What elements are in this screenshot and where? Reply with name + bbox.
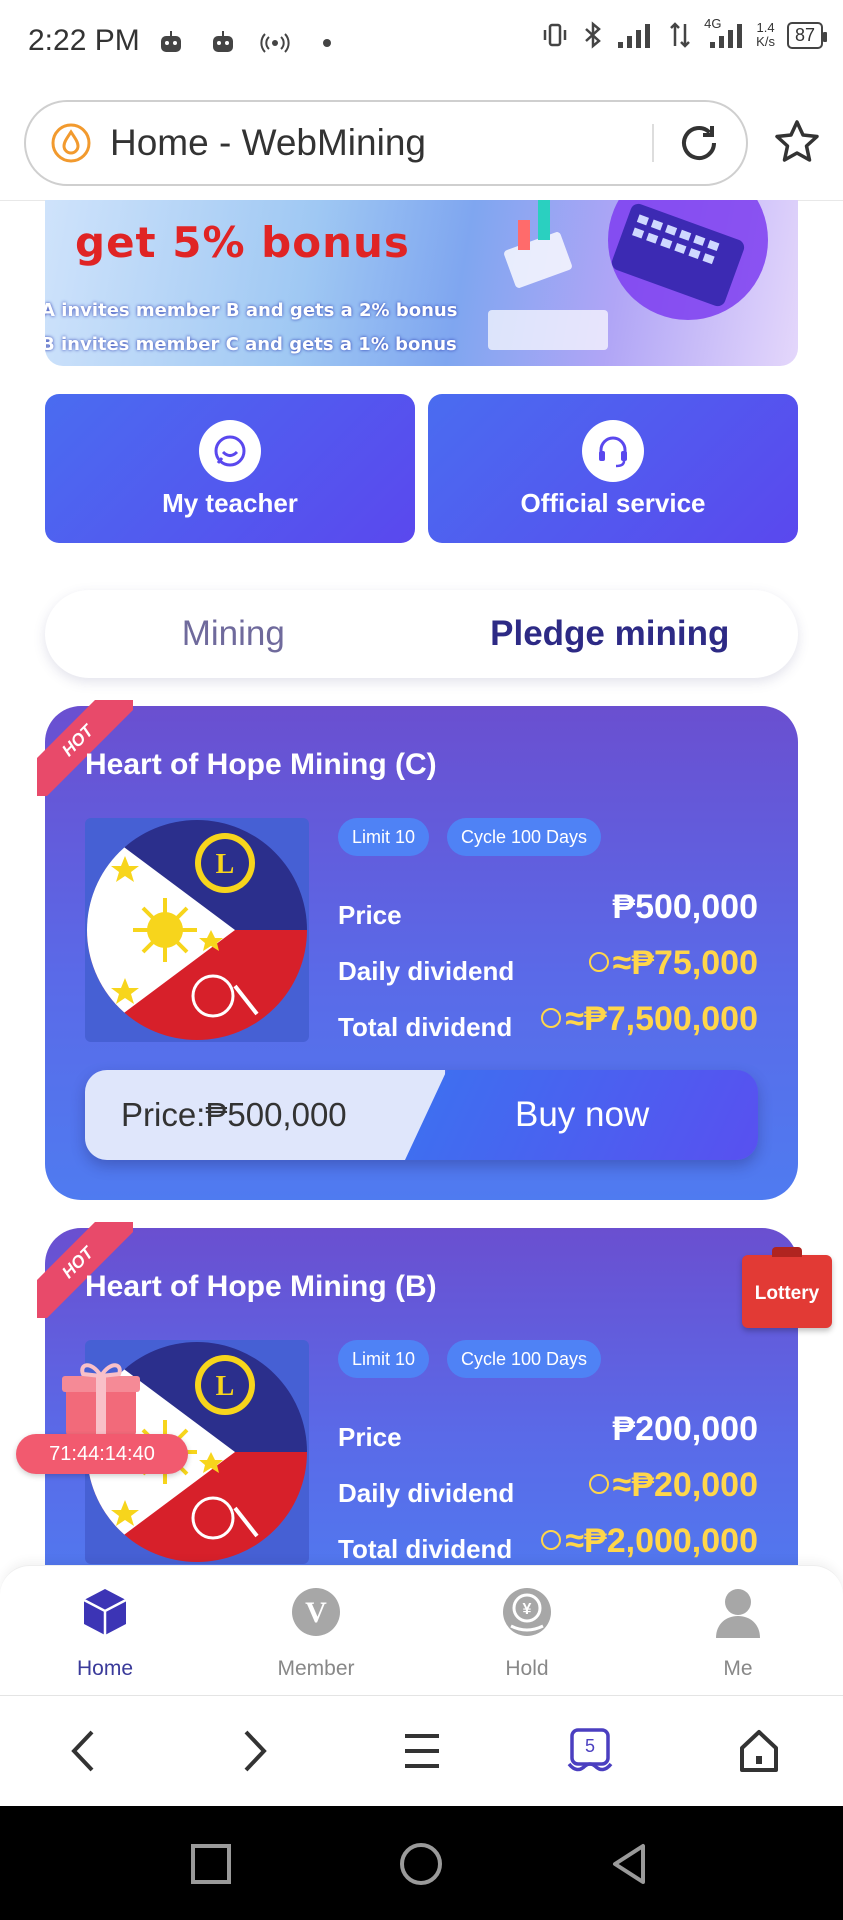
total-dividend-label: Total dividend <box>338 1534 513 1564</box>
banner-headline: get 5% bonus <box>75 218 410 267</box>
daily-dividend-label: Daily dividend <box>338 956 515 986</box>
tab-pledge-mining[interactable]: Pledge mining <box>422 614 799 654</box>
clock-icon <box>541 1530 562 1551</box>
my-teacher-label: My teacher <box>162 488 298 518</box>
vibrate-icon <box>543 23 567 47</box>
tabs-switcher-icon[interactable]: 5 <box>565 1726 615 1776</box>
tab-count: 5 <box>584 1736 595 1756</box>
price-value: ₱200,000 <box>612 1410 758 1448</box>
banner-line-1: A invites member B and gets a 2% bonus <box>45 300 458 321</box>
total-dividend-value: ≈₱2,000,000 <box>541 1522 758 1561</box>
daily-dividend-value: ≈₱20,000 <box>588 1466 758 1505</box>
svg-text:L: L <box>216 849 235 880</box>
yen-coin-icon: ¥ <box>503 1588 551 1636</box>
official-service-button[interactable]: Official service <box>428 394 798 543</box>
home-icon[interactable] <box>734 1726 784 1776</box>
price-value: ₱500,000 <box>612 888 758 926</box>
system-nav-bar <box>0 1806 843 1920</box>
svg-text:V: V <box>305 1596 327 1629</box>
referral-banner[interactable]: get 5% bonus A invites member B and gets… <box>45 200 798 366</box>
signal-icon <box>618 24 651 48</box>
site-logo-icon <box>51 123 91 163</box>
recents-square-icon[interactable] <box>187 1840 235 1888</box>
data-arrows-icon <box>670 22 691 48</box>
network-speed: 1.4 K/s <box>756 20 775 49</box>
dot-icon <box>323 39 331 47</box>
signal-4g-icon: 4G <box>704 16 744 50</box>
product-image: L <box>85 818 309 1042</box>
bookmark-star-icon[interactable] <box>773 118 821 166</box>
status-bar: 2:22 PM 4G 1.4 K/s 87 <box>0 0 843 86</box>
status-time: 2:22 PM <box>28 24 140 57</box>
page-title: Home - WebMining <box>110 122 426 163</box>
limit-tag: Limit 10 <box>338 818 430 856</box>
price-label: Price <box>338 1422 402 1452</box>
product-card: HOT Heart of Hope Mining (C) L Limit 10 … <box>37 700 798 1200</box>
nav-hold[interactable]: ¥ Hold <box>467 1586 587 1681</box>
banner-illustration <box>488 200 768 350</box>
daily-dividend-value: ≈₱75,000 <box>588 944 758 983</box>
cycle-tag: Cycle 100 Days <box>447 818 602 856</box>
buy-bar[interactable]: Price:₱500,000 Buy now <box>85 1070 758 1160</box>
clock-icon <box>588 1474 609 1495</box>
gift-box-icon[interactable] <box>58 1354 144 1440</box>
bot-icon <box>161 31 181 52</box>
status-notification-icons <box>156 28 342 58</box>
cube-icon <box>83 1589 127 1635</box>
forward-arrow-icon[interactable] <box>228 1726 278 1776</box>
nav-me[interactable]: Me <box>678 1586 798 1681</box>
product-title: Heart of Hope Mining (C) <box>85 748 437 781</box>
clock-icon <box>588 952 609 973</box>
reload-icon[interactable] <box>676 120 722 166</box>
mining-tabs: Mining Pledge mining <box>45 590 798 678</box>
home-circle-icon[interactable] <box>397 1840 445 1888</box>
app-bottom-nav: Home V Member ¥ Hold Me <box>0 1565 843 1695</box>
my-teacher-button[interactable]: My teacher <box>45 394 415 543</box>
browser-toolbar: 5 <box>0 1696 843 1806</box>
product-card: HOT Heart of Hope Mining (B) L Limit 10 … <box>37 1222 798 1608</box>
svg-text:L: L <box>216 1371 235 1402</box>
product-title: Heart of Hope Mining (B) <box>85 1270 437 1303</box>
daily-dividend-label: Daily dividend <box>338 1478 515 1508</box>
svg-text:¥: ¥ <box>523 1601 532 1618</box>
divider <box>652 124 654 162</box>
price-label: Price <box>338 900 402 930</box>
cycle-tag: Cycle 100 Days <box>447 1340 602 1378</box>
bluetooth-icon <box>585 21 602 49</box>
lottery-button[interactable]: Lottery <box>742 1247 832 1328</box>
nav-member[interactable]: V Member <box>256 1586 376 1681</box>
back-arrow-icon[interactable] <box>60 1726 110 1776</box>
total-dividend-label: Total dividend <box>338 1012 513 1042</box>
clock-icon <box>541 1008 562 1029</box>
nav-home[interactable]: Home <box>45 1586 165 1681</box>
hotspot-icon <box>260 33 290 53</box>
chat-bubble-icon <box>199 420 261 482</box>
limit-tag: Limit 10 <box>338 1340 430 1378</box>
official-service-label: Official service <box>520 488 706 518</box>
menu-icon[interactable] <box>397 1726 447 1776</box>
bot-icon <box>213 31 233 52</box>
buy-price: Price:₱500,000 <box>85 1070 445 1160</box>
banner-line-2: B invites member C and gets a 1% bonus <box>45 334 457 355</box>
person-icon <box>716 1589 760 1638</box>
total-dividend-value: ≈₱7,500,000 <box>541 1000 758 1039</box>
back-triangle-icon[interactable] <box>607 1840 655 1888</box>
gift-countdown-timer[interactable]: 71:44:14:40 <box>16 1434 188 1474</box>
address-bar[interactable]: Home - WebMining <box>24 100 748 186</box>
headset-icon <box>582 420 644 482</box>
buy-now-label[interactable]: Buy now <box>515 1070 649 1160</box>
member-v-icon: V <box>292 1588 340 1636</box>
status-system-icons: 4G 1.4 K/s 87 <box>540 16 828 50</box>
battery-indicator: 87 <box>786 21 828 49</box>
tab-mining[interactable]: Mining <box>45 614 422 654</box>
